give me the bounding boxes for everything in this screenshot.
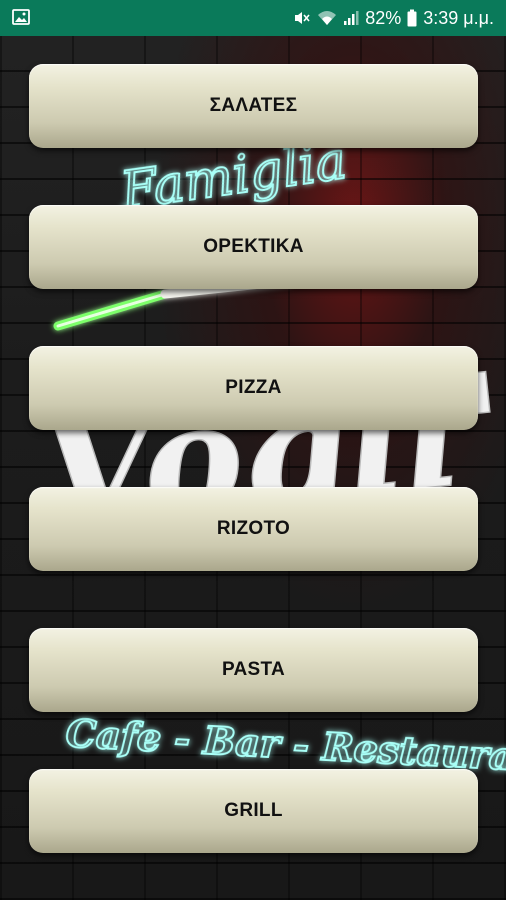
battery-percent: 82% (365, 7, 402, 28)
mute-icon (293, 9, 311, 27)
image-icon (12, 8, 30, 26)
status-icons: 82% 3:39 μ.μ. (293, 0, 494, 36)
battery-icon (407, 9, 417, 27)
clock: 3:39 μ.μ. (423, 7, 494, 28)
menu-button-rizoto[interactable]: RIZOTO (29, 487, 478, 571)
status-bar: 82% 3:39 μ.μ. (0, 0, 506, 36)
signal-icon (343, 9, 359, 27)
wifi-icon (317, 9, 337, 27)
menu-button-appetizers[interactable]: ΟΡΕΚΤΙΚΑ (29, 205, 478, 289)
menu-button-pizza[interactable]: PIZZA (29, 346, 478, 430)
menu-button-salads[interactable]: ΣΑΛΑΤΕΣ (29, 64, 478, 148)
menu-button-grill[interactable]: GRILL (29, 769, 478, 853)
menu-button-pasta[interactable]: PASTA (29, 628, 478, 712)
